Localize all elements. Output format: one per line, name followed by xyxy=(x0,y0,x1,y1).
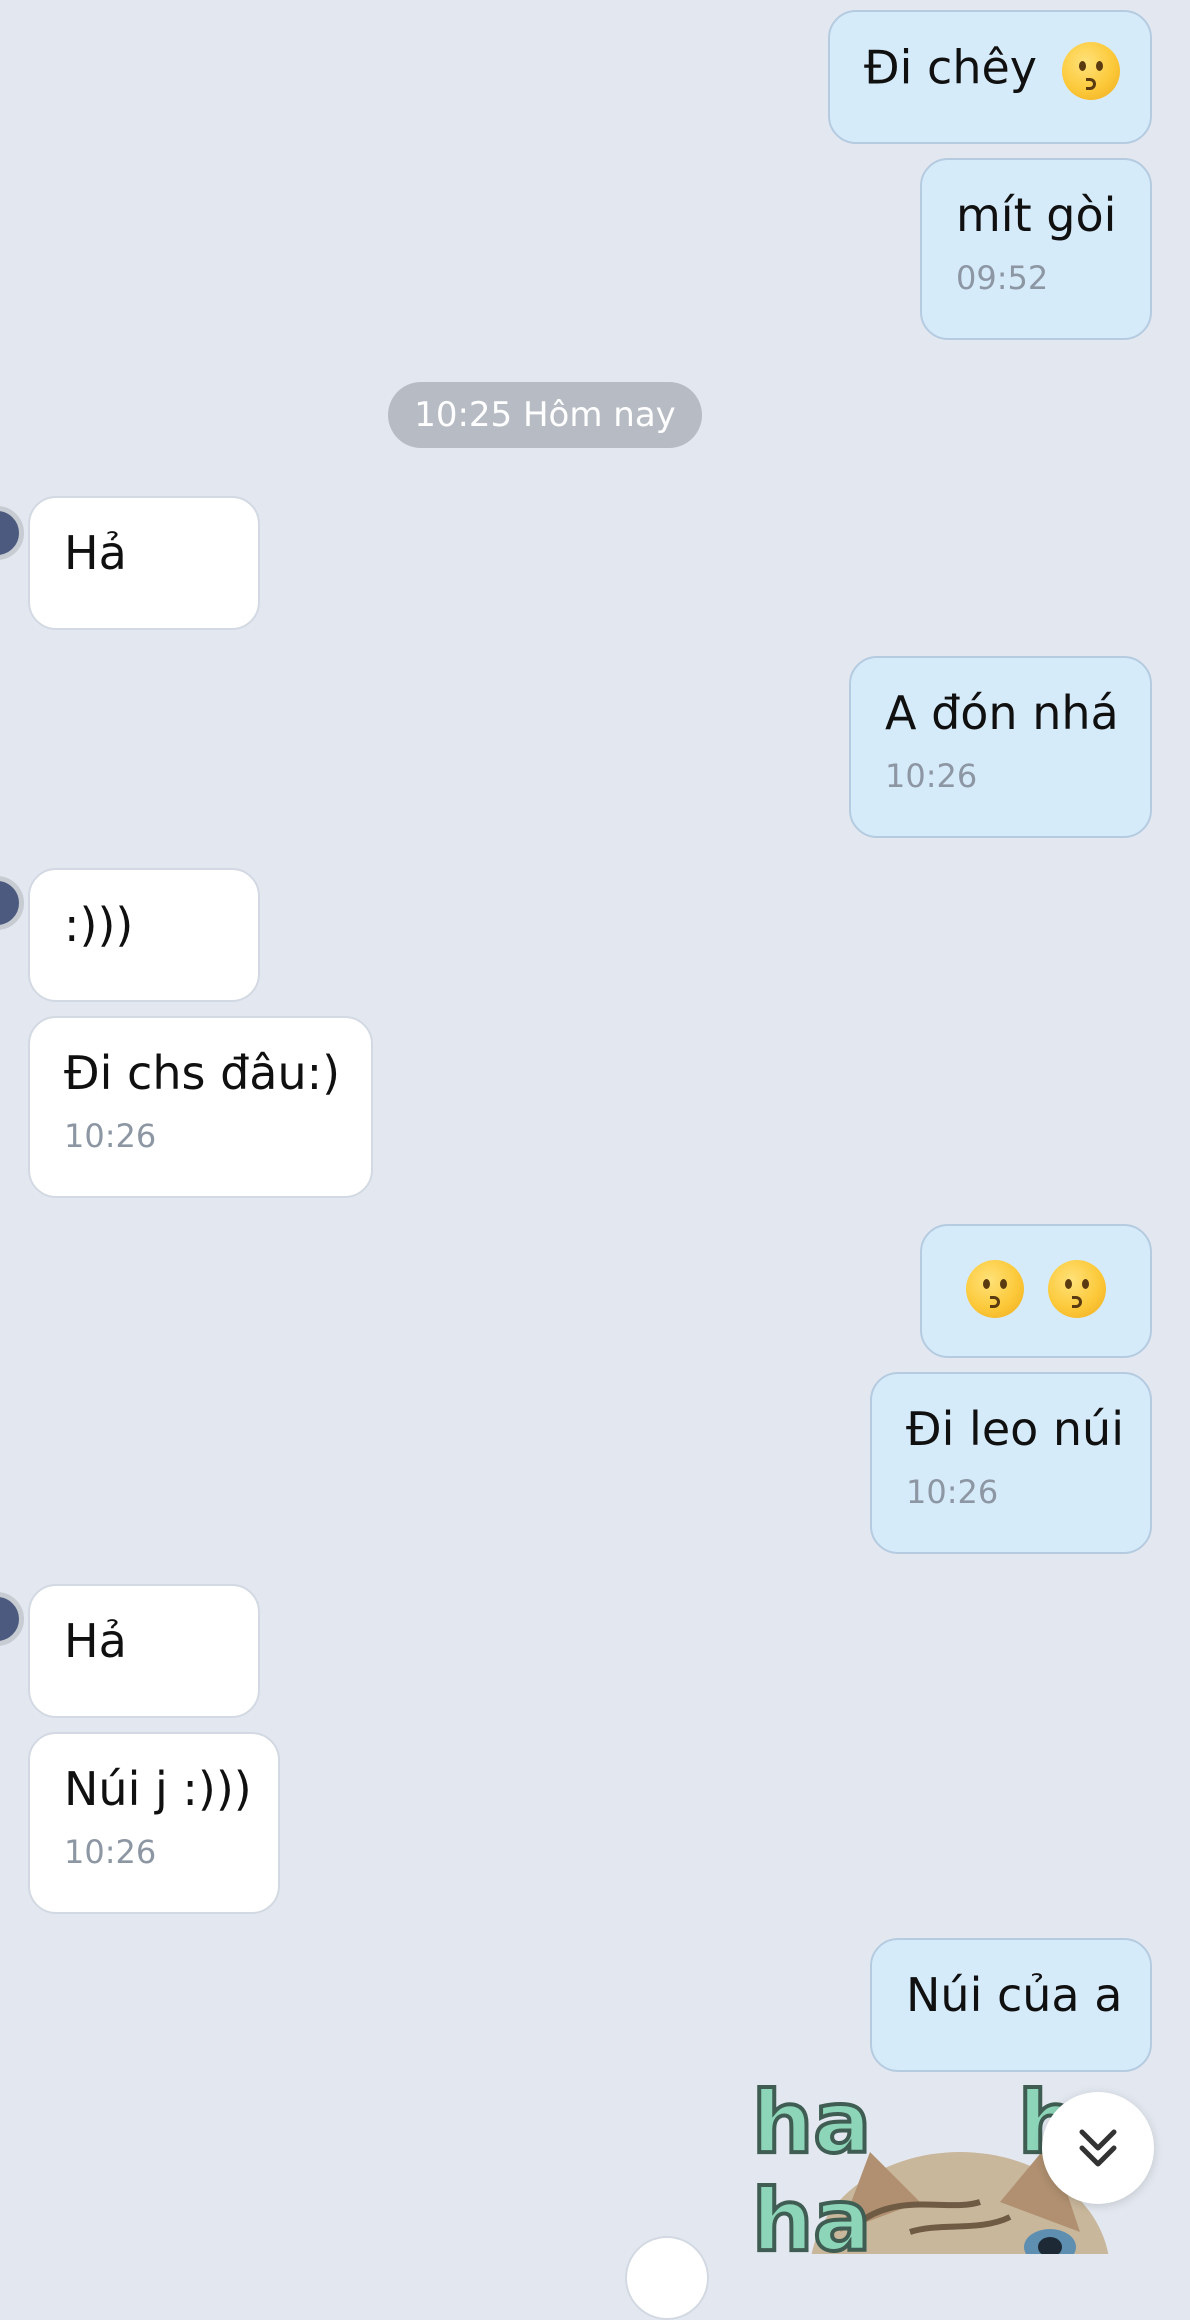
message-bubble-outgoing[interactable]: Núi của a xyxy=(870,1938,1152,2072)
message-timestamp: 10:26 xyxy=(885,756,978,795)
message-bubble-outgoing[interactable]: Đi chêy xyxy=(828,10,1152,144)
sticker-text: ha xyxy=(752,2171,871,2254)
message-timestamp: 10:26 xyxy=(64,1116,157,1155)
date-separator: 10:25 Hôm nay xyxy=(388,382,702,448)
message-text: Đi chêy xyxy=(864,40,1038,95)
message-text: Hả xyxy=(64,1614,127,1668)
message-timestamp: 10:26 xyxy=(64,1832,157,1871)
kissing-face-emoji xyxy=(1048,1260,1107,1318)
sticker-text: ha xyxy=(752,2082,871,2173)
message-text: Đi leo núi xyxy=(906,1402,1124,1456)
message-bubble-incoming[interactable]: :))) xyxy=(28,868,260,1002)
message-text: Hả xyxy=(64,526,127,580)
message-text: mít gòi xyxy=(956,188,1117,242)
message-bubble-incoming[interactable]: Đi chs đâu:) 10:26 xyxy=(28,1016,373,1198)
message-bubble-outgoing[interactable]: A đón nhá 10:26 xyxy=(849,656,1152,838)
message-text: Đi chs đâu:) xyxy=(64,1046,341,1100)
message-bubble-incoming[interactable]: Hả xyxy=(28,1584,260,1718)
message-bubble-outgoing[interactable] xyxy=(920,1224,1152,1358)
scroll-to-bottom-button[interactable] xyxy=(1042,2092,1154,2204)
kissing-face-emoji xyxy=(965,1260,1024,1318)
message-text: Núi của a xyxy=(906,1968,1123,2022)
avatar[interactable] xyxy=(0,876,24,930)
message-timestamp: 10:26 xyxy=(906,1472,999,1511)
avatar[interactable] xyxy=(0,1592,24,1646)
message-text: :))) xyxy=(64,898,134,952)
kissing-face-emoji xyxy=(1061,42,1120,100)
message-bubble-incoming[interactable]: Núi j :))) 10:26 xyxy=(28,1732,280,1914)
message-bubble-incoming[interactable]: Hả xyxy=(28,496,260,630)
message-text: A đón nhá xyxy=(885,686,1119,740)
reaction-button[interactable] xyxy=(625,2236,709,2320)
message-bubble-outgoing[interactable]: mít gòi 09:52 xyxy=(920,158,1152,340)
message-bubble-outgoing[interactable]: Đi leo núi 10:26 xyxy=(870,1372,1152,1554)
chat-thread[interactable]: Đi chêy mít gòi 09:52 10:25 Hôm nay Hả A… xyxy=(0,0,1190,2320)
message-timestamp: 09:52 xyxy=(956,258,1049,297)
double-chevron-down-icon xyxy=(1079,2129,1117,2167)
message-text: Núi j :))) xyxy=(64,1762,252,1816)
avatar[interactable] xyxy=(0,506,24,560)
